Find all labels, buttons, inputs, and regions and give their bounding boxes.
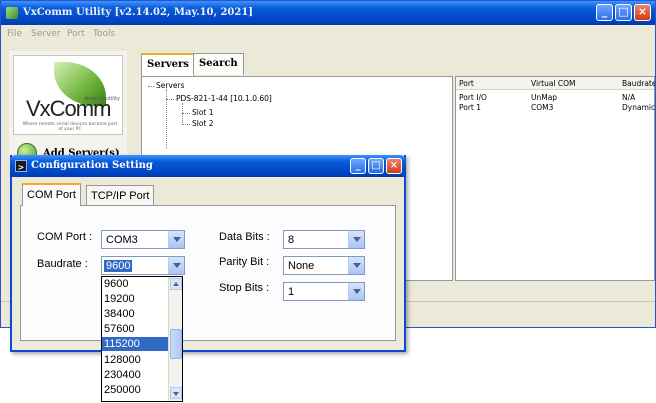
tree-connector <box>166 89 167 149</box>
parity-bit-select[interactable]: None <box>283 256 365 275</box>
scroll-down-icon[interactable] <box>170 387 182 399</box>
com-port-select[interactable]: COM3 <box>101 230 185 249</box>
logo-subtitle: driver & utility <box>84 96 121 102</box>
dropdown-scrollbar[interactable] <box>168 277 182 401</box>
dialog-title-bar[interactable]: > Configuration Setting _ □ × <box>10 155 406 177</box>
tab-tcpip-port[interactable]: TCP/IP Port <box>86 185 155 206</box>
main-title-bar[interactable]: VxComm Utility [v2.14.02, May.10, 2021] … <box>1 1 655 25</box>
baudrate-label: Baudrate : <box>37 258 88 270</box>
tree-slot-1[interactable]: Slot 1 <box>192 108 214 117</box>
scroll-up-icon[interactable] <box>170 278 182 290</box>
baudrate-option[interactable]: 9600 <box>102 277 168 291</box>
tree-connector <box>166 99 174 100</box>
data-bits-select[interactable]: 8 <box>283 230 365 249</box>
tree-slot-2[interactable]: Slot 2 <box>192 119 214 128</box>
tree-root-servers[interactable]: Servers <box>156 81 185 90</box>
baudrate-option[interactable]: 57600 <box>102 322 168 336</box>
minimize-icon[interactable]: _ <box>596 4 613 21</box>
menu-port[interactable]: Port <box>67 29 85 39</box>
column-header-virtual-com[interactable]: Virtual COM <box>531 79 576 88</box>
chevron-down-icon[interactable] <box>348 283 364 300</box>
chevron-down-icon[interactable] <box>168 257 184 274</box>
logo-tagline: Where remote serial devices become part … <box>22 122 118 132</box>
column-header-port[interactable]: Port <box>459 79 474 88</box>
chevron-down-icon[interactable] <box>168 231 184 248</box>
baudrate-select[interactable]: 9600 <box>101 256 185 275</box>
vxcomm-logo: VxComm driver & utility Where remote ser… <box>13 55 123 135</box>
baudrate-option[interactable]: 38400 <box>102 307 168 321</box>
baudrate-option[interactable]: 230400 <box>102 368 168 382</box>
scroll-thumb[interactable] <box>170 329 182 359</box>
port-list-header: Port Virtual COM Baudrate <box>456 77 655 90</box>
baudrate-dropdown-list: 9600 19200 38400 57600 115200 128000 230… <box>101 276 183 402</box>
parity-bit-label: Parity Bit : <box>219 256 270 268</box>
app-icon <box>6 7 18 19</box>
stop-bits-value: 1 <box>288 286 295 298</box>
baudrate-option[interactable]: 19200 <box>102 292 168 306</box>
menu-server[interactable]: Server <box>31 29 61 39</box>
close-icon[interactable]: × <box>634 4 651 21</box>
tree-connector <box>182 113 190 114</box>
stop-bits-select[interactable]: 1 <box>283 282 365 301</box>
tab-servers[interactable]: Servers <box>141 53 195 77</box>
baudrate-value: 9600 <box>104 260 133 272</box>
tab-search[interactable]: Search <box>193 53 244 75</box>
dialog-maximize-icon[interactable]: □ <box>368 158 384 174</box>
virtual-com-cell: COM3 <box>531 103 554 112</box>
chevron-down-icon[interactable] <box>348 257 364 274</box>
table-row[interactable]: Port I/O UnMap N/A <box>456 91 654 102</box>
port-cell: Port 1 <box>459 103 482 112</box>
dialog-close-icon[interactable]: × <box>386 158 402 174</box>
tree-device-node[interactable]: PDS-821-1-44 [10.1.0.60] <box>176 94 272 103</box>
tree-connector <box>182 124 190 125</box>
tree-connector <box>148 86 154 87</box>
menu-file[interactable]: File <box>7 29 22 39</box>
maximize-icon[interactable]: □ <box>615 4 632 21</box>
dialog-minimize-icon[interactable]: _ <box>350 158 366 174</box>
baudrate-option-highlighted[interactable]: 115200 <box>102 337 168 351</box>
com-port-label: COM Port : <box>37 231 93 243</box>
chevron-down-icon[interactable] <box>348 231 364 248</box>
tab-com-port[interactable]: COM Port <box>22 183 81 206</box>
parity-bit-value: None <box>288 260 315 272</box>
baudrate-option[interactable]: 250000 <box>102 383 168 397</box>
data-bits-label: Data Bits : <box>219 231 270 243</box>
tree-connector <box>182 103 183 125</box>
com-port-value: COM3 <box>106 234 138 246</box>
console-icon: > <box>15 160 27 172</box>
stop-bits-label: Stop Bits : <box>219 282 270 294</box>
baudrate-cell: Dynamic <box>622 103 656 112</box>
port-list: Port Virtual COM Baudrate Port I/O UnMap… <box>455 76 655 281</box>
configuration-dialog: > Configuration Setting _ □ × COM Port T… <box>10 155 406 352</box>
menu-tools[interactable]: Tools <box>93 29 115 39</box>
table-row[interactable]: Port 1 COM3 Dynamic <box>456 101 656 112</box>
column-header-baudrate[interactable]: Baudrate <box>622 79 655 88</box>
data-bits-value: 8 <box>288 234 295 246</box>
baudrate-option[interactable]: 128000 <box>102 353 168 367</box>
main-window-title: VxComm Utility [v2.14.02, May.10, 2021] <box>23 7 254 18</box>
com-port-panel: COM Port : COM3 Baudrate : 9600 Data Bit… <box>20 205 396 341</box>
menu-bar: File Server Port Tools <box>1 25 655 43</box>
dialog-title: Configuration Setting <box>31 160 153 171</box>
